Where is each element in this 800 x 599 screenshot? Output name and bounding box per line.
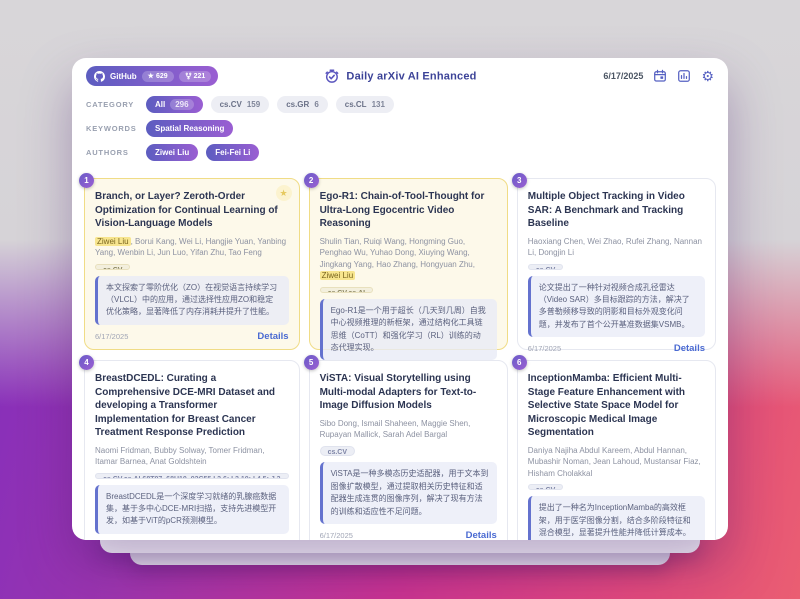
paper-summary: 本文探索了零阶优化（ZO）在视觉语言持续学习（VLCL）中的应用，通过选择性应用… (95, 276, 289, 325)
authors-filter-row: AUTHORS Ziwei Liu Fei-Fei Li (86, 144, 714, 161)
category-pill-cscl[interactable]: cs.CL 131 (336, 96, 394, 113)
settings-gear-icon[interactable]: ⚙ (701, 69, 714, 83)
highlighted-author: Ziwei Liu (95, 237, 131, 246)
stars-count: 629 (156, 73, 168, 80)
card-number-badge: 4 (79, 355, 94, 370)
pill-label: cs.CV (220, 100, 242, 109)
card-number-badge: 5 (304, 355, 319, 370)
category-tag: cs.CV,cs.AI (320, 287, 374, 293)
authors-before: Daniya Najiha Abdul Kareem, Abdul Hannan… (528, 446, 701, 478)
github-icon (94, 71, 105, 82)
pill-label: Fei-Fei Li (215, 148, 250, 157)
paper-summary: Ego-R1是一个用于超长（几天到几周）自我中心视频推理的新框架，通过结构化工具… (320, 299, 497, 361)
pill-count: 6 (314, 100, 318, 109)
paper-card-6: 6 InceptionMamba: Efficient Multi-Stage … (517, 360, 716, 540)
papers-grid: 1 ★ Branch, or Layer? Zeroth-Order Optim… (72, 174, 728, 540)
github-forks-chip: 221 (179, 71, 212, 82)
authors-before: Sibo Dong, Ismail Shaheen, Maggie Shen, … (320, 419, 471, 440)
keywords-label: KEYWORDS (86, 124, 138, 133)
paper-authors: Daniya Najiha Abdul Kareem, Abdul Hannan… (528, 445, 705, 480)
paper-title[interactable]: BreastDCEDL: Curating a Comprehensive DC… (95, 372, 289, 440)
category-tag: cs.CV (320, 446, 355, 457)
pill-label: All (155, 100, 165, 109)
pill-count: 159 (247, 100, 260, 109)
details-link[interactable]: Details (466, 530, 497, 540)
category-tag: cs.CV,cs.AI,68T07, 68U10, 92C55,I.2.6; I… (95, 473, 289, 479)
paper-title[interactable]: ViSTA: Visual Storytelling using Multi-m… (320, 372, 497, 413)
paper-authors: Sibo Dong, Ismail Shaheen, Maggie Shen, … (320, 418, 497, 441)
stopwatch-logo-icon (323, 68, 340, 85)
forks-count: 221 (194, 73, 206, 80)
author-pill-fei-fei-li[interactable]: Fei-Fei Li (206, 144, 259, 161)
paper-title[interactable]: Multiple Object Tracking in Video SAR: A… (528, 190, 705, 231)
main-panel: GitHub ★ 629 221 Daily arXiv AI Enhanced… (72, 58, 728, 540)
card-footer: 6/17/2025 Details (528, 337, 705, 354)
category-tag: cs.CV (528, 264, 563, 270)
paper-authors: Naomi Fridman, Bubby Solway, Tomer Fridm… (95, 445, 289, 468)
paper-authors: Haoxiang Chen, Wei Zhao, Rufei Zhang, Na… (528, 236, 705, 259)
card-footer: 6/16/2025 Details (95, 534, 289, 540)
header-actions: 6/17/2025 ⚙ (603, 69, 714, 83)
filters: CATEGORY All 296 cs.CV 159 cs.GR 6 cs.CL… (72, 94, 728, 174)
card-footer: 6/17/2025 Details (95, 325, 289, 342)
category-pill-cscv[interactable]: cs.CV 159 (211, 96, 270, 113)
authors-before: Haoxiang Chen, Wei Zhao, Rufei Zhang, Na… (528, 237, 702, 258)
paper-summary: ViSTA是一种多模态历史适配器，用于文本到图像扩散模型，通过提取相关历史特征和… (320, 462, 497, 524)
keyword-pill-spatial-reasoning[interactable]: Spatial Reasoning (146, 120, 233, 137)
category-tag: cs.CV (528, 484, 563, 490)
paper-authors: Shulin Tian, Ruiqi Wang, Hongming Guo, P… (320, 236, 497, 282)
paper-title[interactable]: InceptionMamba: Efficient Multi-Stage Fe… (528, 372, 705, 440)
category-filter-row: CATEGORY All 296 cs.CV 159 cs.GR 6 cs.CL… (86, 96, 714, 113)
details-link[interactable]: Details (674, 343, 705, 354)
github-button[interactable]: GitHub ★ 629 221 (86, 66, 218, 86)
pill-label: Ziwei Liu (155, 148, 189, 157)
author-pill-ziwei-liu[interactable]: Ziwei Liu (146, 144, 198, 161)
authors-label: AUTHORS (86, 148, 138, 157)
card-number-badge: 6 (512, 355, 527, 370)
app-title-text: Daily arXiv AI Enhanced (346, 70, 476, 82)
card-number-badge: 2 (304, 173, 319, 188)
paper-summary: 提出了一种名为InceptionMamba的高效框架，用于医学图像分割，结合多阶… (528, 496, 705, 540)
category-pill-all[interactable]: All 296 (146, 96, 203, 113)
highlighted-author: Ziwei Liu (320, 271, 356, 280)
paper-summary: 论文提出了一种针对视频合成孔径雷达（Video SAR）多目标跟踪的方法，解决了… (528, 276, 705, 338)
paper-date: 6/17/2025 (320, 531, 353, 540)
pill-label: cs.GR (286, 100, 309, 109)
pill-count: 296 (170, 99, 193, 110)
calendar-button[interactable] (653, 69, 667, 83)
details-link[interactable]: Details (257, 331, 288, 342)
pill-count: 131 (372, 100, 385, 109)
paper-card-2: 2 Ego-R1: Chain-of-Tool-Thought for Ultr… (309, 178, 508, 350)
pill-label: cs.CL (345, 100, 367, 109)
paper-card-5: 5 ViSTA: Visual Storytelling using Multi… (309, 360, 508, 540)
category-label: CATEGORY (86, 100, 138, 109)
paper-date: 6/17/2025 (95, 332, 128, 341)
date-display: 6/17/2025 (603, 71, 643, 81)
paper-card-4: 4 BreastDCEDL: Curating a Comprehensive … (84, 360, 300, 540)
paper-title[interactable]: Branch, or Layer? Zeroth-Order Optimizat… (95, 190, 289, 231)
paper-card-1: 1 ★ Branch, or Layer? Zeroth-Order Optim… (84, 178, 300, 350)
stats-button[interactable] (677, 69, 691, 83)
star-icon: ★ (148, 72, 154, 80)
paper-title[interactable]: Ego-R1: Chain-of-Tool-Thought for Ultra-… (320, 190, 497, 231)
authors-before: Shulin Tian, Ruiqi Wang, Hongming Guo, P… (320, 237, 475, 269)
keywords-filter-row: KEYWORDS Spatial Reasoning (86, 120, 714, 137)
github-stars-chip: ★ 629 (142, 71, 174, 82)
paper-date: 6/17/2025 (528, 344, 561, 353)
header: GitHub ★ 629 221 Daily arXiv AI Enhanced… (72, 58, 728, 94)
github-label: GitHub (110, 72, 137, 81)
app-title: Daily arXiv AI Enhanced (323, 68, 476, 85)
category-pill-csgr[interactable]: cs.GR 6 (277, 96, 328, 113)
category-tag: cs.CV (95, 264, 130, 270)
paper-summary: BreastDCEDL是一个深度学习就绪的乳腺癌数据集，基于多中心DCE-MRI… (95, 485, 289, 534)
authors-before: Naomi Fridman, Bubby Solway, Tomer Fridm… (95, 446, 265, 467)
favorite-star-icon[interactable]: ★ (276, 185, 292, 201)
paper-authors: Ziwei Liu, Borui Kang, Wei Li, Hangjie Y… (95, 236, 289, 259)
card-footer: 6/17/2025 Details (320, 524, 497, 540)
pill-label: Spatial Reasoning (155, 124, 224, 133)
fork-icon (185, 72, 192, 80)
paper-card-3: 3 Multiple Object Tracking in Video SAR:… (517, 178, 716, 350)
card-number-badge: 1 (79, 173, 94, 188)
card-number-badge: 3 (512, 173, 527, 188)
